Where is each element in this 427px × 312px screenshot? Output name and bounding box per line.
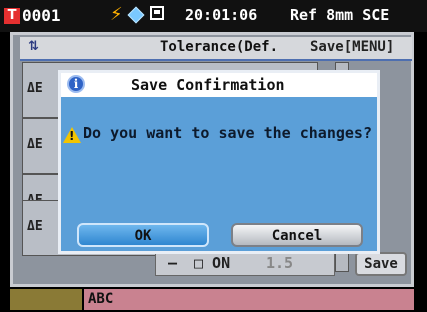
status-bar: T 0001 ⚡ 20:01:06 Ref 8mm SCE <box>0 0 427 32</box>
save-confirmation-dialog: i Save Confirmation ! Do you want to sav… <box>58 70 380 254</box>
measurement-condition: Ref 8mm SCE <box>290 6 390 24</box>
sample-name: ABC <box>84 289 414 310</box>
warning-mark: ! <box>69 129 75 143</box>
tolerance-value: 1.5 <box>266 254 294 272</box>
dialog-title: Save Confirmation <box>131 76 285 94</box>
background-title: Tolerance(Def. <box>160 39 279 55</box>
color-swatch <box>10 289 82 310</box>
background-titlebar: ⇅ Tolerance(Def. Save[MENU] <box>20 37 412 61</box>
save-button-background[interactable]: Save <box>355 252 407 276</box>
ok-button[interactable]: OK <box>77 223 209 247</box>
clock: 20:01:06 <box>185 6 258 24</box>
dialog-titlebar: i Save Confirmation <box>61 73 377 97</box>
printer-icon <box>150 6 164 20</box>
sample-number: 0001 <box>22 6 61 25</box>
info-icon: i <box>67 75 85 93</box>
save-menu-hint: Save[MENU] <box>310 39 395 55</box>
power-bolt-icon: ⚡ <box>110 4 123 25</box>
connection-diamond-icon <box>127 6 145 24</box>
minus-label: – <box>168 254 178 272</box>
bottom-bar: ABC <box>0 287 427 312</box>
back-icon[interactable]: ⇅ <box>28 39 39 54</box>
on-checkbox[interactable]: □ ON <box>194 254 230 272</box>
dialog-message: Do you want to save the changes? <box>83 124 372 142</box>
cancel-button[interactable]: Cancel <box>231 223 363 247</box>
target-badge: T <box>4 8 20 24</box>
